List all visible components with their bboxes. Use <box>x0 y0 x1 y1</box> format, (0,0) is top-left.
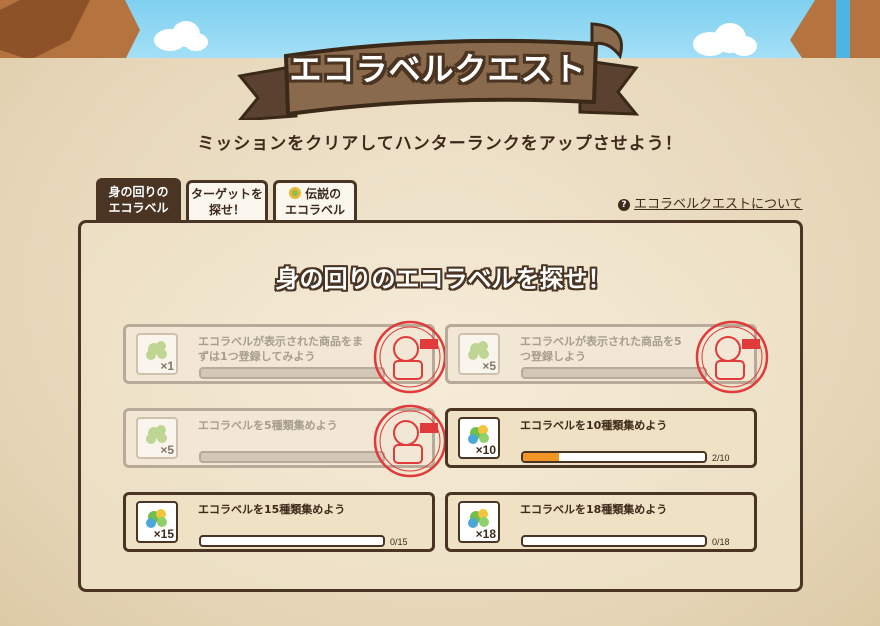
mission-text: エコラベルを15種類集めよう <box>198 503 346 516</box>
tab-label: 探せ！ <box>208 202 245 217</box>
tab-label: 身の回りの <box>108 185 169 199</box>
progress-bar <box>199 535 385 547</box>
progress-text: 2/10 <box>712 453 730 463</box>
tab-label: 伝説の <box>305 186 342 201</box>
mission-card: ×15 エコラベルを15種類集めよう 0/15 <box>123 492 435 552</box>
ecolabel-icon: ×5 <box>136 417 178 459</box>
ecolabel-icon: ×1 <box>136 333 178 375</box>
progress-bar <box>521 367 707 379</box>
multiplier-label: ×15 <box>153 527 174 541</box>
progress-text: 0/18 <box>712 537 730 547</box>
progress-fill <box>523 453 560 461</box>
clear-stamp-icon <box>373 320 447 394</box>
mission-card: ×18 エコラベルを18種類集めよう 0/18 <box>445 492 757 552</box>
tab-label: ターゲットを <box>190 186 263 201</box>
question-icon: ? <box>618 199 630 211</box>
tab-surrounding-ecolabels[interactable]: 身の回りの エコラベル <box>96 178 181 222</box>
mission-text: エコラベルを10種類集めよう <box>520 419 668 432</box>
tab-label: エコラベル <box>284 202 345 217</box>
multiplier-label: ×5 <box>160 443 174 457</box>
tab-find-target[interactable]: ターゲットを 探せ！ <box>186 180 268 220</box>
ecolabel-icon: ×15 <box>136 501 178 543</box>
mission-card: ×5 エコラベルが表示された商品を5つ登録しよう <box>445 320 769 394</box>
ecolabel-icon: ×18 <box>458 501 500 543</box>
mission-card: ×10 エコラベルを10種類集めよう 2/10 <box>445 408 757 468</box>
multiplier-label: ×18 <box>475 527 496 541</box>
panel-title: 身の回りのエコラベルを探せ！ <box>275 265 612 293</box>
mission-text: エコラベルが表示された商品を5つ登録しよう <box>520 335 682 363</box>
progress-bar <box>199 367 385 379</box>
tab-legendary-ecolabels[interactable]: 伝説の エコラベル <box>273 180 357 220</box>
cloud-right <box>693 23 757 56</box>
progress-bar <box>199 451 385 463</box>
multiplier-label: ×10 <box>475 443 496 457</box>
mission-text: エコラベルを5種類集めよう <box>198 419 338 432</box>
subtitle: ミッションをクリアしてハンターランクをアップさせよう！ <box>197 134 683 154</box>
progress-text: 0/15 <box>390 537 408 547</box>
mission-text: エコラベルを18種類集めよう <box>520 503 668 516</box>
mission-card: ×5 エコラベルを5種類集めよう <box>123 404 447 478</box>
multiplier-label: ×1 <box>160 359 174 373</box>
leaf-badge-icon <box>288 186 301 199</box>
about-link-label: エコラベルクエストについて <box>634 197 803 212</box>
multiplier-label: ×5 <box>482 359 496 373</box>
clear-stamp-icon <box>373 404 447 478</box>
progress-bar <box>521 535 707 547</box>
about-link[interactable]: ? エコラベルクエストについて <box>618 193 803 212</box>
ecolabel-icon: ×5 <box>458 333 500 375</box>
ecolabel-icon: ×10 <box>458 417 500 459</box>
mission-text: エコラベルが表示された商品をまずは1つ登録してみよう <box>198 335 363 363</box>
page-title: エコラベルクエスト <box>289 50 587 88</box>
progress-bar <box>521 451 707 463</box>
clear-stamp-icon <box>695 320 769 394</box>
mission-card: ×1 エコラベルが表示された商品をまずは1つ登録してみよう <box>123 320 447 394</box>
tab-label: エコラベル <box>108 201 169 215</box>
cloud-left <box>154 21 208 51</box>
